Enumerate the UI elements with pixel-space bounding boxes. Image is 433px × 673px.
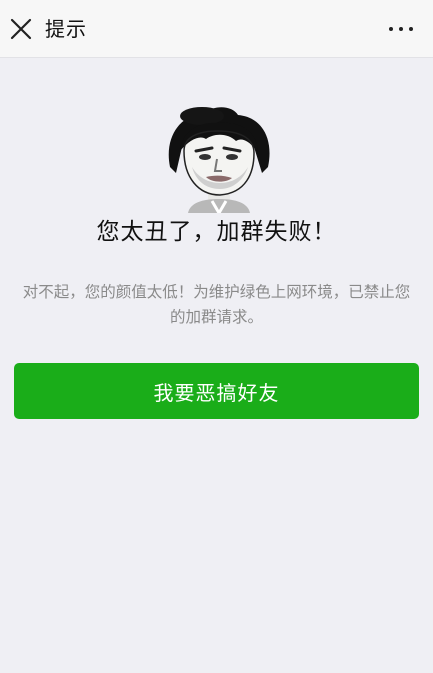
close-icon[interactable] [8,16,34,42]
more-icon[interactable] [387,18,415,40]
page-title: 提示 [45,17,87,41]
result-description: 对不起，您的颜值太低！为维护绿色上网环境，已禁止您的加群请求。 [22,283,411,326]
top-bar: 提示 [0,0,433,58]
meme-face-avatar [168,107,270,213]
prank-friend-button[interactable]: 我要恶搞好友 [14,363,419,419]
result-headline: 您太丑了，加群失败！ [96,219,337,245]
